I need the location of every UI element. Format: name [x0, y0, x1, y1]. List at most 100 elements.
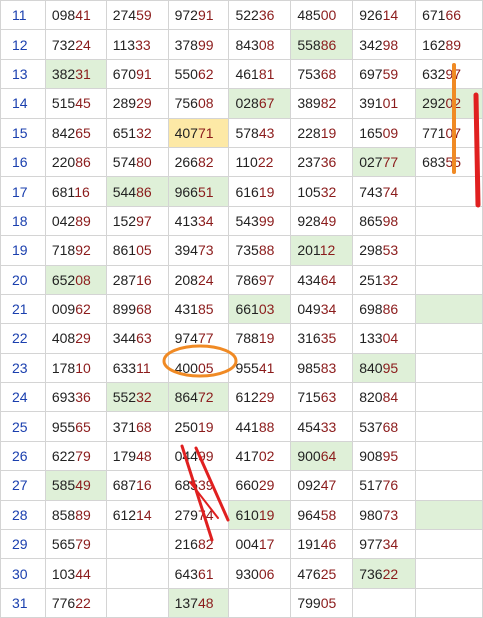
number-cell[interactable]: 22819	[290, 117, 354, 148]
number-cell[interactable]: 66103	[228, 293, 292, 325]
number-cell[interactable]: 02777	[352, 146, 417, 178]
number-cell[interactable]: 89968	[105, 293, 169, 325]
number-cell[interactable]: 63297	[415, 58, 483, 90]
number-cell[interactable]: 78819	[228, 323, 292, 354]
number-cell[interactable]: 51545	[44, 88, 107, 119]
number-cell[interactable]: 96458	[290, 499, 354, 531]
number-cell[interactable]: 09247	[290, 470, 354, 501]
number-cell[interactable]	[415, 529, 483, 560]
number-cell[interactable]: 20824	[167, 264, 230, 295]
number-cell[interactable]	[415, 382, 483, 413]
number-cell[interactable]: 68539	[167, 470, 230, 501]
number-cell[interactable]: 65132	[105, 117, 169, 148]
number-cell[interactable]: 26682	[167, 146, 230, 178]
number-cell[interactable]: 00417	[228, 529, 292, 560]
number-cell[interactable]: 93006	[228, 558, 292, 589]
number-cell[interactable]: 85889	[44, 499, 107, 531]
number-cell[interactable]: 39473	[167, 235, 230, 266]
number-cell[interactable]: 61214	[105, 499, 169, 531]
number-cell[interactable]: 54486	[105, 176, 169, 207]
number-cell[interactable]	[415, 558, 483, 589]
number-cell[interactable]: 44188	[228, 411, 292, 442]
number-cell[interactable]: 84265	[44, 117, 107, 148]
number-cell[interactable]: 43464	[290, 264, 354, 295]
number-cell[interactable]: 16509	[352, 117, 417, 148]
number-cell[interactable]: 21682	[167, 529, 230, 560]
number-cell[interactable]: 38231	[44, 58, 107, 90]
number-cell[interactable]	[415, 352, 483, 384]
number-cell[interactable]: 28929	[105, 88, 169, 119]
number-cell[interactable]: 66029	[228, 470, 292, 501]
number-cell[interactable]: 25132	[352, 264, 417, 295]
number-cell[interactable]: 61619	[228, 176, 292, 207]
number-cell[interactable]: 62279	[44, 440, 107, 472]
number-cell[interactable]: 27459	[105, 0, 169, 31]
number-cell[interactable]	[415, 176, 483, 207]
number-cell[interactable]	[415, 587, 483, 618]
number-cell[interactable]: 69336	[44, 382, 107, 413]
number-cell[interactable]: 29853	[352, 235, 417, 266]
number-cell[interactable]: 27974	[167, 499, 230, 531]
number-cell[interactable]: 67091	[105, 58, 169, 90]
number-cell[interactable]: 73622	[352, 558, 417, 589]
number-cell[interactable]: 75608	[167, 88, 230, 119]
number-cell[interactable]: 48500	[290, 0, 354, 31]
number-cell[interactable]: 11022	[228, 146, 292, 178]
number-cell[interactable]: 47625	[290, 558, 354, 589]
number-cell[interactable]	[415, 235, 483, 266]
number-cell[interactable]: 98583	[290, 352, 354, 384]
number-cell[interactable]: 63311	[105, 352, 169, 384]
number-cell[interactable]: 55886	[290, 29, 354, 60]
number-cell[interactable]: 04499	[167, 440, 230, 472]
number-cell[interactable]: 53768	[352, 411, 417, 442]
number-cell[interactable]	[415, 293, 483, 325]
number-cell[interactable]: 00962	[44, 293, 107, 325]
number-cell[interactable]: 28716	[105, 264, 169, 295]
number-cell[interactable]	[415, 264, 483, 295]
number-cell[interactable]: 29202	[415, 88, 483, 119]
number-cell[interactable]: 23736	[290, 146, 354, 178]
number-cell[interactable]: 86598	[352, 205, 417, 237]
number-cell[interactable]: 11333	[105, 29, 169, 60]
number-cell[interactable]	[415, 323, 483, 354]
number-cell[interactable]: 13304	[352, 323, 417, 354]
number-cell[interactable]: 86472	[167, 382, 230, 413]
number-cell[interactable]: 82084	[352, 382, 417, 413]
number-cell[interactable]: 96651	[167, 176, 230, 207]
number-cell[interactable]: 34463	[105, 323, 169, 354]
number-cell[interactable]: 40005	[167, 352, 230, 384]
number-cell[interactable]: 20112	[290, 235, 354, 266]
number-cell[interactable]: 68716	[105, 470, 169, 501]
number-cell[interactable]: 78697	[228, 264, 292, 295]
number-cell[interactable]: 61229	[228, 382, 292, 413]
number-cell[interactable]: 31635	[290, 323, 354, 354]
number-cell[interactable]: 09841	[44, 0, 107, 31]
number-cell[interactable]: 51776	[352, 470, 417, 501]
number-cell[interactable]: 77622	[44, 587, 107, 618]
number-cell[interactable]: 10532	[290, 176, 354, 207]
number-cell[interactable]: 22086	[44, 146, 107, 178]
number-cell[interactable]	[415, 470, 483, 501]
number-cell[interactable]: 40771	[167, 117, 230, 148]
number-cell[interactable]	[415, 440, 483, 472]
number-cell[interactable]: 67166	[415, 0, 483, 31]
number-cell[interactable]: 73224	[44, 29, 107, 60]
number-cell[interactable]	[352, 587, 417, 618]
number-cell[interactable]: 90895	[352, 440, 417, 472]
number-cell[interactable]: 95541	[228, 352, 292, 384]
number-cell[interactable]: 25019	[167, 411, 230, 442]
number-cell[interactable]: 10344	[44, 558, 107, 589]
number-cell[interactable]: 75368	[290, 58, 354, 90]
number-cell[interactable]: 57480	[105, 146, 169, 178]
number-cell[interactable]: 97734	[352, 529, 417, 560]
number-cell[interactable]: 19146	[290, 529, 354, 560]
number-cell[interactable]: 86105	[105, 235, 169, 266]
number-cell[interactable]: 90064	[290, 440, 354, 472]
number-cell[interactable]	[105, 529, 169, 560]
number-cell[interactable]: 92614	[352, 0, 417, 31]
number-cell[interactable]: 13748	[167, 587, 230, 618]
number-cell[interactable]: 16289	[415, 29, 483, 60]
number-cell[interactable]: 37899	[167, 29, 230, 60]
number-cell[interactable]: 38982	[290, 88, 354, 119]
number-cell[interactable]: 68355	[415, 146, 483, 178]
